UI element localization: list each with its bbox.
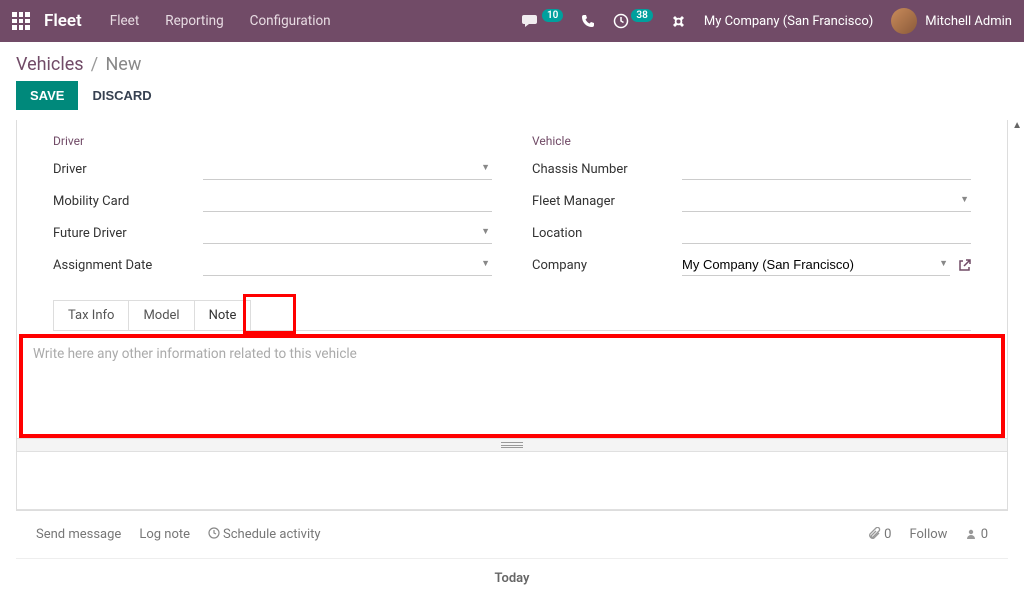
messages-icon[interactable]: 10 xyxy=(522,13,563,29)
resize-gripper[interactable] xyxy=(17,438,1007,452)
attachments-count: 0 xyxy=(884,527,891,542)
activities-icon[interactable]: 38 xyxy=(613,13,652,29)
location-field[interactable] xyxy=(682,222,971,244)
company-label: Company xyxy=(532,258,682,273)
phone-icon[interactable] xyxy=(581,14,595,28)
activities-badge: 38 xyxy=(631,9,652,22)
user-name: Mitchell Admin xyxy=(925,14,1012,29)
mobility-card-label: Mobility Card xyxy=(53,194,203,209)
tab-note[interactable]: Note xyxy=(194,300,252,330)
follow-button[interactable]: Follow xyxy=(909,527,947,542)
save-button[interactable]: SAVE xyxy=(16,81,78,110)
location-label: Location xyxy=(532,226,682,241)
note-textarea[interactable] xyxy=(23,338,1001,430)
send-message-button[interactable]: Send message xyxy=(36,527,121,542)
nav-configuration[interactable]: Configuration xyxy=(250,13,331,29)
breadcrumb: Vehicles / New xyxy=(0,42,1024,81)
vehicle-column: Vehicle Chassis Number Fleet Manager ▼ L… xyxy=(532,134,971,286)
breadcrumb-parent[interactable]: Vehicles xyxy=(16,54,84,75)
company-field[interactable] xyxy=(682,254,950,276)
external-link-icon[interactable] xyxy=(958,259,971,272)
nav-reporting[interactable]: Reporting xyxy=(165,13,223,29)
nav-fleet[interactable]: Fleet xyxy=(110,13,139,29)
action-row: SAVE DISCARD xyxy=(0,81,1024,120)
company-selector[interactable]: My Company (San Francisco) xyxy=(704,14,873,29)
future-driver-field[interactable] xyxy=(203,222,492,244)
topbar: Fleet Fleet Reporting Configuration 10 3… xyxy=(0,0,1024,42)
log-note-button[interactable]: Log note xyxy=(139,527,190,542)
attachments-button[interactable]: 0 xyxy=(868,527,892,542)
driver-column: Driver Driver ▼ Mobility Card Future Dri… xyxy=(53,134,492,286)
chatter-footer: Send message Log note Schedule activity … xyxy=(16,511,1008,558)
form-sheet: Driver Driver ▼ Mobility Card Future Dri… xyxy=(16,120,1008,511)
followers-count: 0 xyxy=(981,527,988,542)
today-separator: Today xyxy=(16,558,1008,590)
schedule-activity-label: Schedule activity xyxy=(223,527,321,542)
assignment-date-label: Assignment Date xyxy=(53,258,203,273)
assignment-date-field[interactable] xyxy=(203,254,492,276)
future-driver-label: Future Driver xyxy=(53,226,203,241)
scroll-up-indicator[interactable]: ▲ xyxy=(1012,120,1022,131)
fleet-manager-field[interactable] xyxy=(682,190,971,212)
messages-badge: 10 xyxy=(542,9,563,22)
schedule-activity-button[interactable]: Schedule activity xyxy=(208,527,321,542)
apps-icon[interactable] xyxy=(12,12,30,30)
breadcrumb-current: New xyxy=(105,54,141,75)
driver-field[interactable] xyxy=(203,158,492,180)
chassis-field[interactable] xyxy=(682,158,971,180)
driver-label: Driver xyxy=(53,162,203,177)
followers-button[interactable]: 0 xyxy=(965,527,988,542)
tabs: Tax Info Model Note xyxy=(53,300,971,438)
vehicle-section-label: Vehicle xyxy=(532,134,971,148)
breadcrumb-sep: / xyxy=(91,54,98,75)
tab-tax-info[interactable]: Tax Info xyxy=(53,300,129,330)
avatar xyxy=(891,8,917,34)
discard-button[interactable]: DISCARD xyxy=(92,88,151,103)
user-menu[interactable]: Mitchell Admin xyxy=(891,8,1012,34)
tab-model[interactable]: Model xyxy=(128,300,194,330)
note-panel-highlight xyxy=(19,334,1005,438)
debug-icon[interactable] xyxy=(671,14,686,29)
driver-section-label: Driver xyxy=(53,134,492,148)
mobility-card-field[interactable] xyxy=(203,190,492,212)
fleet-manager-label: Fleet Manager xyxy=(532,194,682,209)
chassis-label: Chassis Number xyxy=(532,162,682,177)
app-brand[interactable]: Fleet xyxy=(44,11,82,31)
